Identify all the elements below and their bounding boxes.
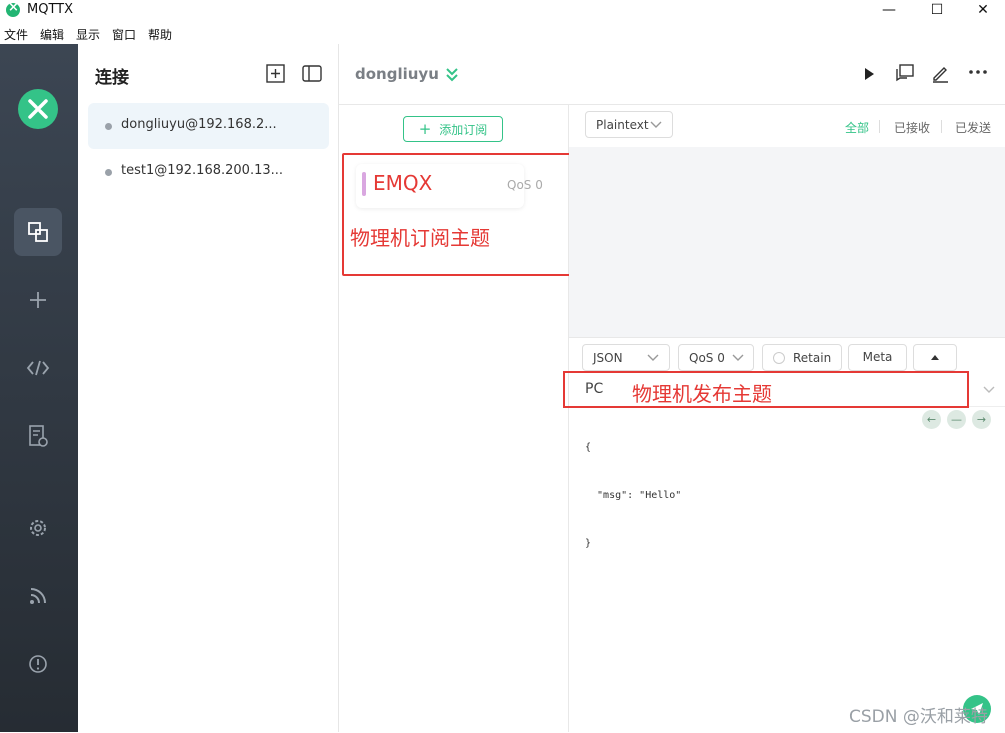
add-subscription-button[interactable]: + 添加订阅: [403, 116, 503, 142]
feed-nav-button[interactable]: [14, 572, 62, 620]
new-connection-nav-button[interactable]: [14, 276, 62, 324]
filter-received-tab[interactable]: 已接收: [894, 119, 930, 136]
connection-item-test1[interactable]: test1@192.168.200.13...: [88, 149, 329, 195]
retain-toggle[interactable]: Retain: [762, 344, 842, 371]
rss-icon: [30, 588, 46, 604]
minus-icon: —: [951, 413, 962, 426]
chevron-down-icon: [983, 386, 995, 393]
app-logo-icon: [6, 0, 20, 17]
connection-label: test1@192.168.200.13...: [121, 163, 284, 178]
add-subscription-label: 添加订阅: [439, 122, 488, 137]
expand-button[interactable]: [913, 344, 957, 371]
connections-nav-button[interactable]: [14, 208, 62, 256]
code-icon: [26, 360, 50, 376]
format-value: Plaintext: [596, 118, 649, 132]
chevron-down-icon: [647, 354, 659, 361]
menu-window[interactable]: 窗口: [112, 26, 136, 43]
retain-label: Retain: [793, 351, 832, 365]
history-prev-button[interactable]: ←: [922, 410, 941, 429]
menu-view[interactable]: 显示: [76, 26, 100, 43]
divider: [941, 120, 942, 133]
plus-icon: [30, 292, 46, 308]
gear-icon: [30, 520, 46, 536]
connection-label: dongliuyu@192.168.2...: [121, 117, 277, 132]
chevron-down-icon: [732, 354, 744, 361]
annotation-subscribe-text: 物理机订阅主题: [350, 226, 490, 250]
connect-button[interactable]: [862, 66, 876, 86]
connection-name: dongliuyu: [355, 65, 439, 83]
payload-line: {: [585, 442, 592, 453]
annotation-subscribe-box: [342, 153, 571, 276]
script-nav-button[interactable]: [14, 344, 62, 392]
divider: [879, 120, 880, 133]
payload-line: "msg": "Hello": [585, 490, 682, 501]
plus-icon: +: [418, 120, 432, 138]
filter-all-tab[interactable]: 全部: [845, 119, 869, 136]
arrow-left-icon: ←: [926, 413, 937, 426]
qos-value: QoS 0: [689, 351, 725, 365]
history-next-button[interactable]: →: [972, 410, 991, 429]
menu-edit[interactable]: 编辑: [40, 26, 64, 43]
filter-sent-tab[interactable]: 已发送: [955, 119, 991, 136]
payload-type-select[interactable]: JSON: [582, 344, 670, 371]
new-window-button[interactable]: [895, 64, 915, 87]
play-icon: [865, 68, 874, 80]
annotation-publish-text: 物理机发布主题: [632, 382, 772, 406]
pencil-icon: [933, 67, 948, 83]
menu-help[interactable]: 帮助: [148, 26, 172, 43]
toggle-sidebar-button[interactable]: [302, 64, 322, 87]
title-bar: [0, 0, 1005, 22]
watermark: CSDN @沃和莱特: [849, 707, 988, 727]
connection-item-dongliuyu[interactable]: dongliuyu@192.168.2...: [88, 103, 329, 149]
mqttx-logo-icon: [18, 89, 58, 129]
menu-file[interactable]: 文件: [4, 26, 28, 43]
payload-editor[interactable]: { "msg": "Hello" }: [585, 408, 681, 568]
edit-button[interactable]: [931, 64, 950, 87]
radio-icon: [773, 352, 785, 364]
settings-nav-button[interactable]: [14, 504, 62, 552]
double-chevron-down-icon: [446, 68, 458, 82]
payload-line: }: [585, 538, 592, 549]
caret-up-icon: [931, 355, 939, 360]
history-reset-button[interactable]: —: [947, 410, 966, 429]
payload-type-value: JSON: [593, 351, 623, 365]
more-dots-icon: [969, 70, 987, 74]
qos-select[interactable]: QoS 0: [678, 344, 754, 371]
info-icon: [29, 655, 47, 673]
add-box-icon: [266, 64, 285, 83]
about-nav-button[interactable]: [14, 640, 62, 688]
minimize-button[interactable]: —: [866, 0, 912, 22]
close-button[interactable]: ✕: [960, 0, 1005, 22]
more-button[interactable]: [968, 64, 988, 84]
connections-title: 连接: [95, 68, 129, 88]
log-nav-button[interactable]: [14, 412, 62, 460]
chevron-down-icon: [650, 121, 662, 128]
status-dot: [105, 123, 112, 130]
window-title: MQTTX: [27, 2, 74, 17]
payload-format-select[interactable]: Plaintext: [585, 111, 673, 138]
chat-icon: [896, 64, 914, 82]
log-icon: [29, 425, 48, 447]
maximize-button[interactable]: ☐: [914, 0, 960, 22]
status-dot: [105, 169, 112, 176]
collapse-button[interactable]: [444, 66, 460, 86]
arrow-right-icon: →: [976, 413, 987, 426]
connections-icon: [28, 222, 48, 242]
new-group-button[interactable]: [266, 64, 285, 87]
sidebar-icon: [302, 65, 322, 82]
meta-button[interactable]: Meta: [848, 344, 907, 371]
